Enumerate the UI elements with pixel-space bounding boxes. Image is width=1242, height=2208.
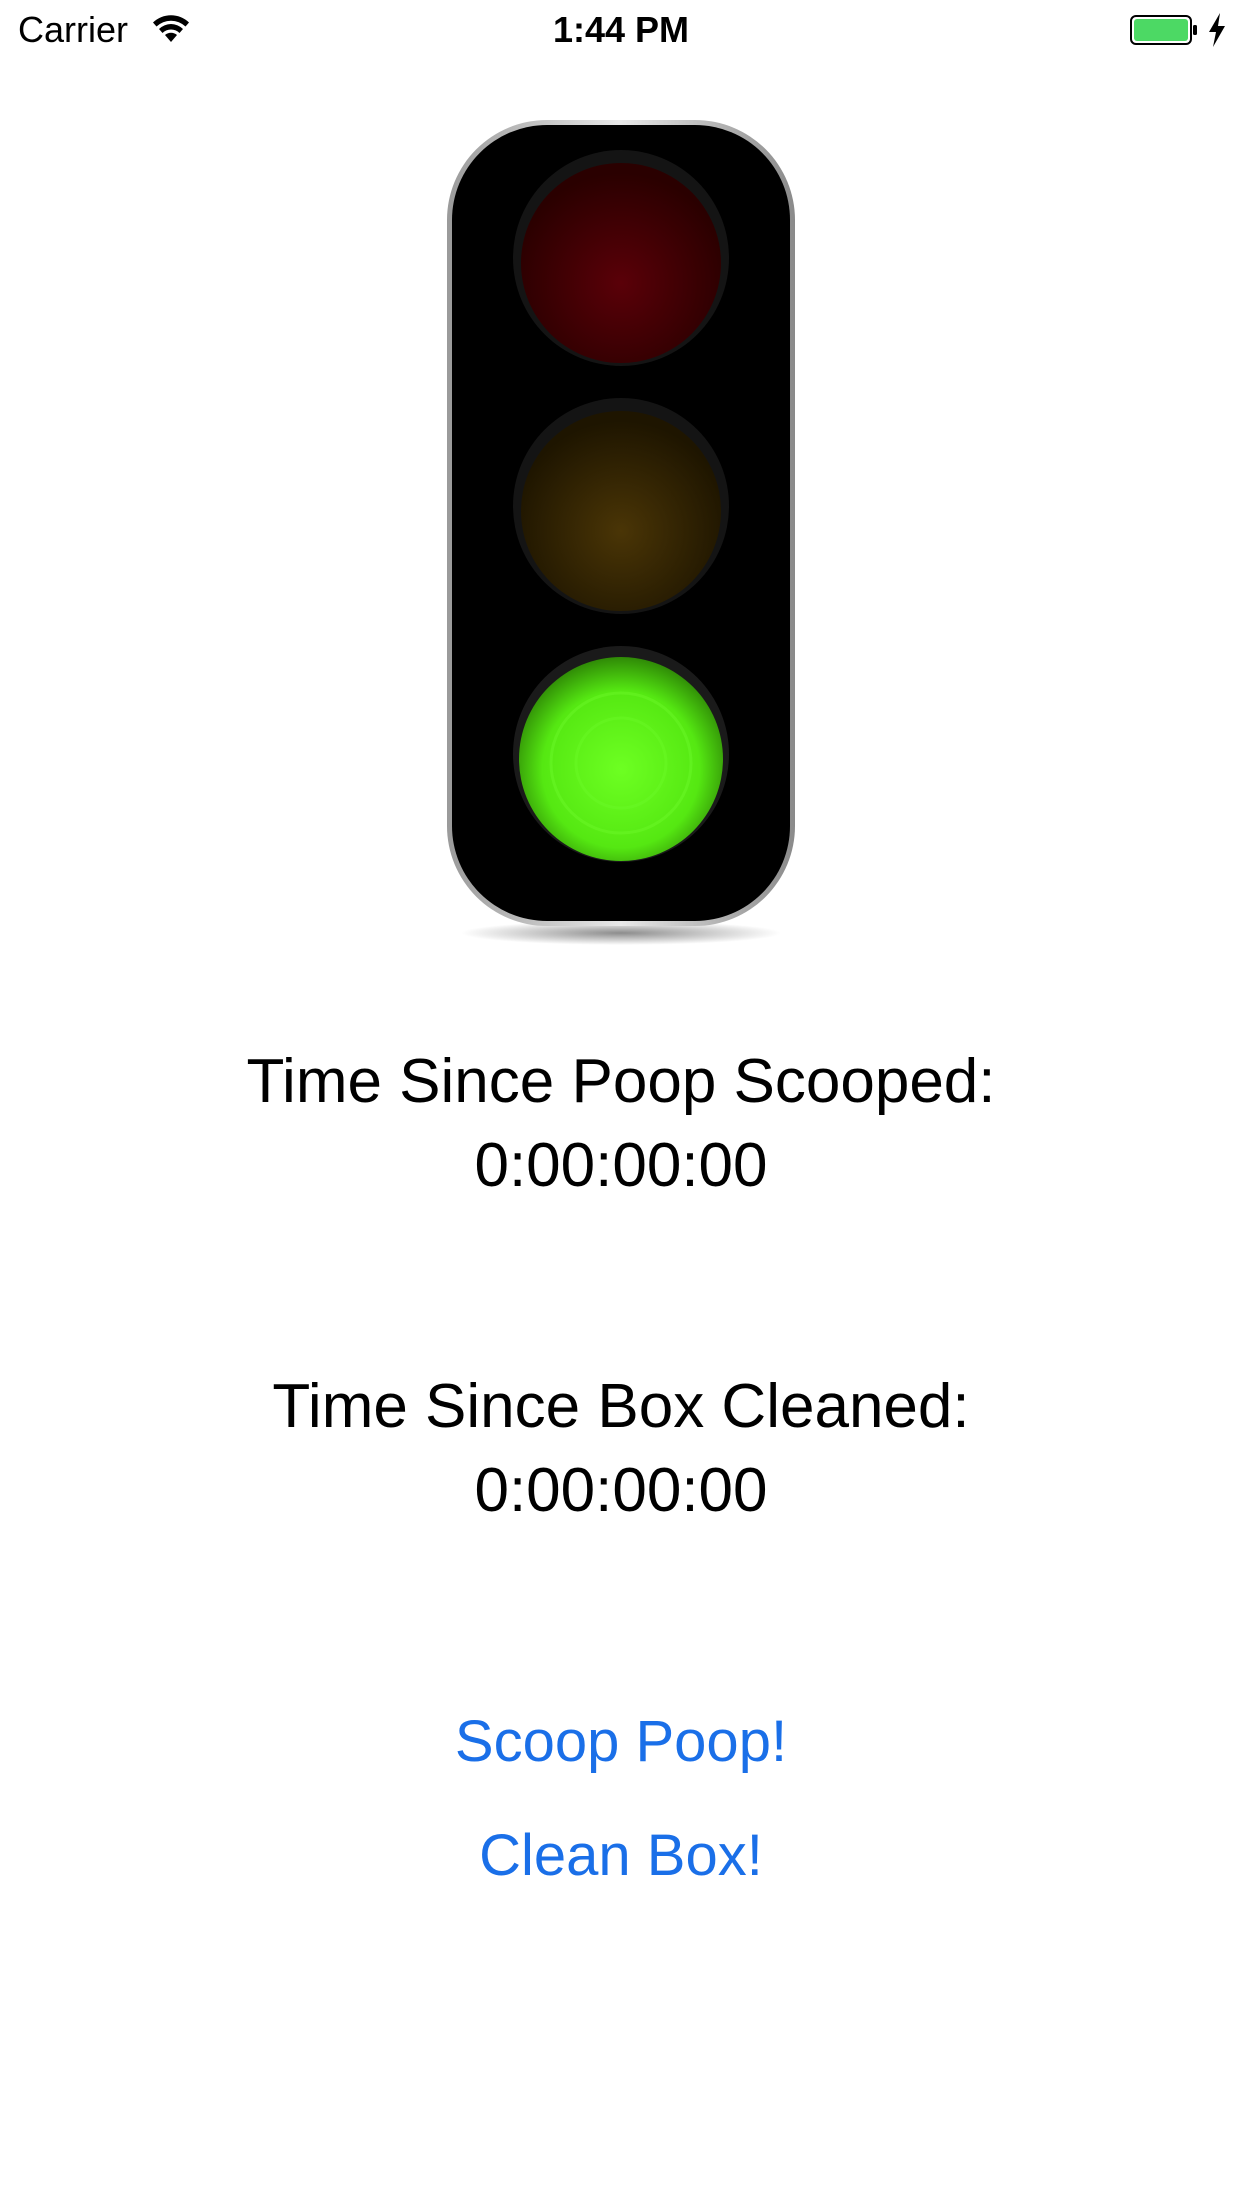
box-timer: Time Since Box Cleaned: 0:00:00:00 (0, 1365, 1242, 1533)
status-time: 1:44 PM (552, 9, 690, 50)
status-bar: Carrier 1:44 PM (0, 0, 1242, 60)
bolt-icon (1209, 13, 1225, 47)
poop-timer-value: 0:00:00:00 (474, 1131, 768, 1200)
battery-icon (1130, 15, 1197, 45)
app-screen: Carrier 1:44 PM Time Since Poop Scooped:… (0, 0, 1242, 2208)
poop-timer-label: Time Since Poop Scooped: (246, 1047, 996, 1116)
box-timer-value: 0:00:00:00 (474, 1456, 768, 1525)
box-timer-label: Time Since Box Cleaned: (272, 1372, 970, 1441)
traffic-light-icon (447, 120, 795, 945)
clean-box-button[interactable]: Clean Box! (321, 1820, 921, 1892)
poop-timer: Time Since Poop Scooped: 0:00:00:00 (0, 1040, 1242, 1208)
scoop-poop-button[interactable]: Scoop Poop! (321, 1706, 921, 1778)
